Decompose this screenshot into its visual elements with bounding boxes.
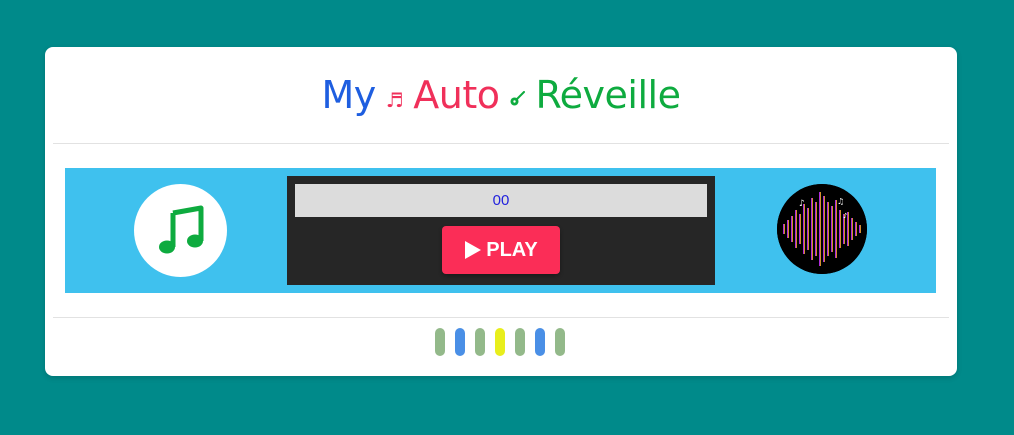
loading-bar — [435, 328, 445, 356]
loading-bar — [535, 328, 545, 356]
music-note-icon — [134, 184, 227, 277]
loading-bar — [455, 328, 465, 356]
spectrum-equalizer-icon: ♪ ♫ ♪ — [777, 184, 867, 274]
svg-text:♫: ♫ — [837, 197, 844, 206]
play-label: PLAY — [486, 238, 538, 261]
divider-bottom — [53, 317, 949, 318]
loading-bar — [475, 328, 485, 356]
music-note-small-icon: ♬ — [385, 88, 404, 112]
play-button[interactable]: PLAY — [442, 226, 560, 274]
app-card: My ♬ Auto Réveille 00 PLAY ♪ ♫ ♪ — [45, 47, 957, 376]
loading-bars — [435, 328, 565, 356]
title-word-auto: Auto — [413, 73, 500, 117]
player-band: 00 PLAY ♪ ♫ ♪ — [65, 168, 936, 293]
guitar-icon — [509, 88, 526, 112]
play-triangle-icon — [465, 241, 482, 259]
timer-display: 00 — [295, 184, 707, 217]
loading-bar — [555, 328, 565, 356]
audio-player: 00 PLAY — [287, 176, 715, 285]
title-word-my: My — [321, 73, 377, 117]
svg-text:♪: ♪ — [843, 212, 847, 220]
app-title: My ♬ Auto Réveille — [45, 47, 957, 143]
svg-text:♪: ♪ — [799, 199, 805, 209]
title-word-reveille: Réveille — [535, 73, 681, 117]
divider-top — [53, 143, 949, 144]
loading-bar — [515, 328, 525, 356]
loading-bar — [495, 328, 505, 356]
